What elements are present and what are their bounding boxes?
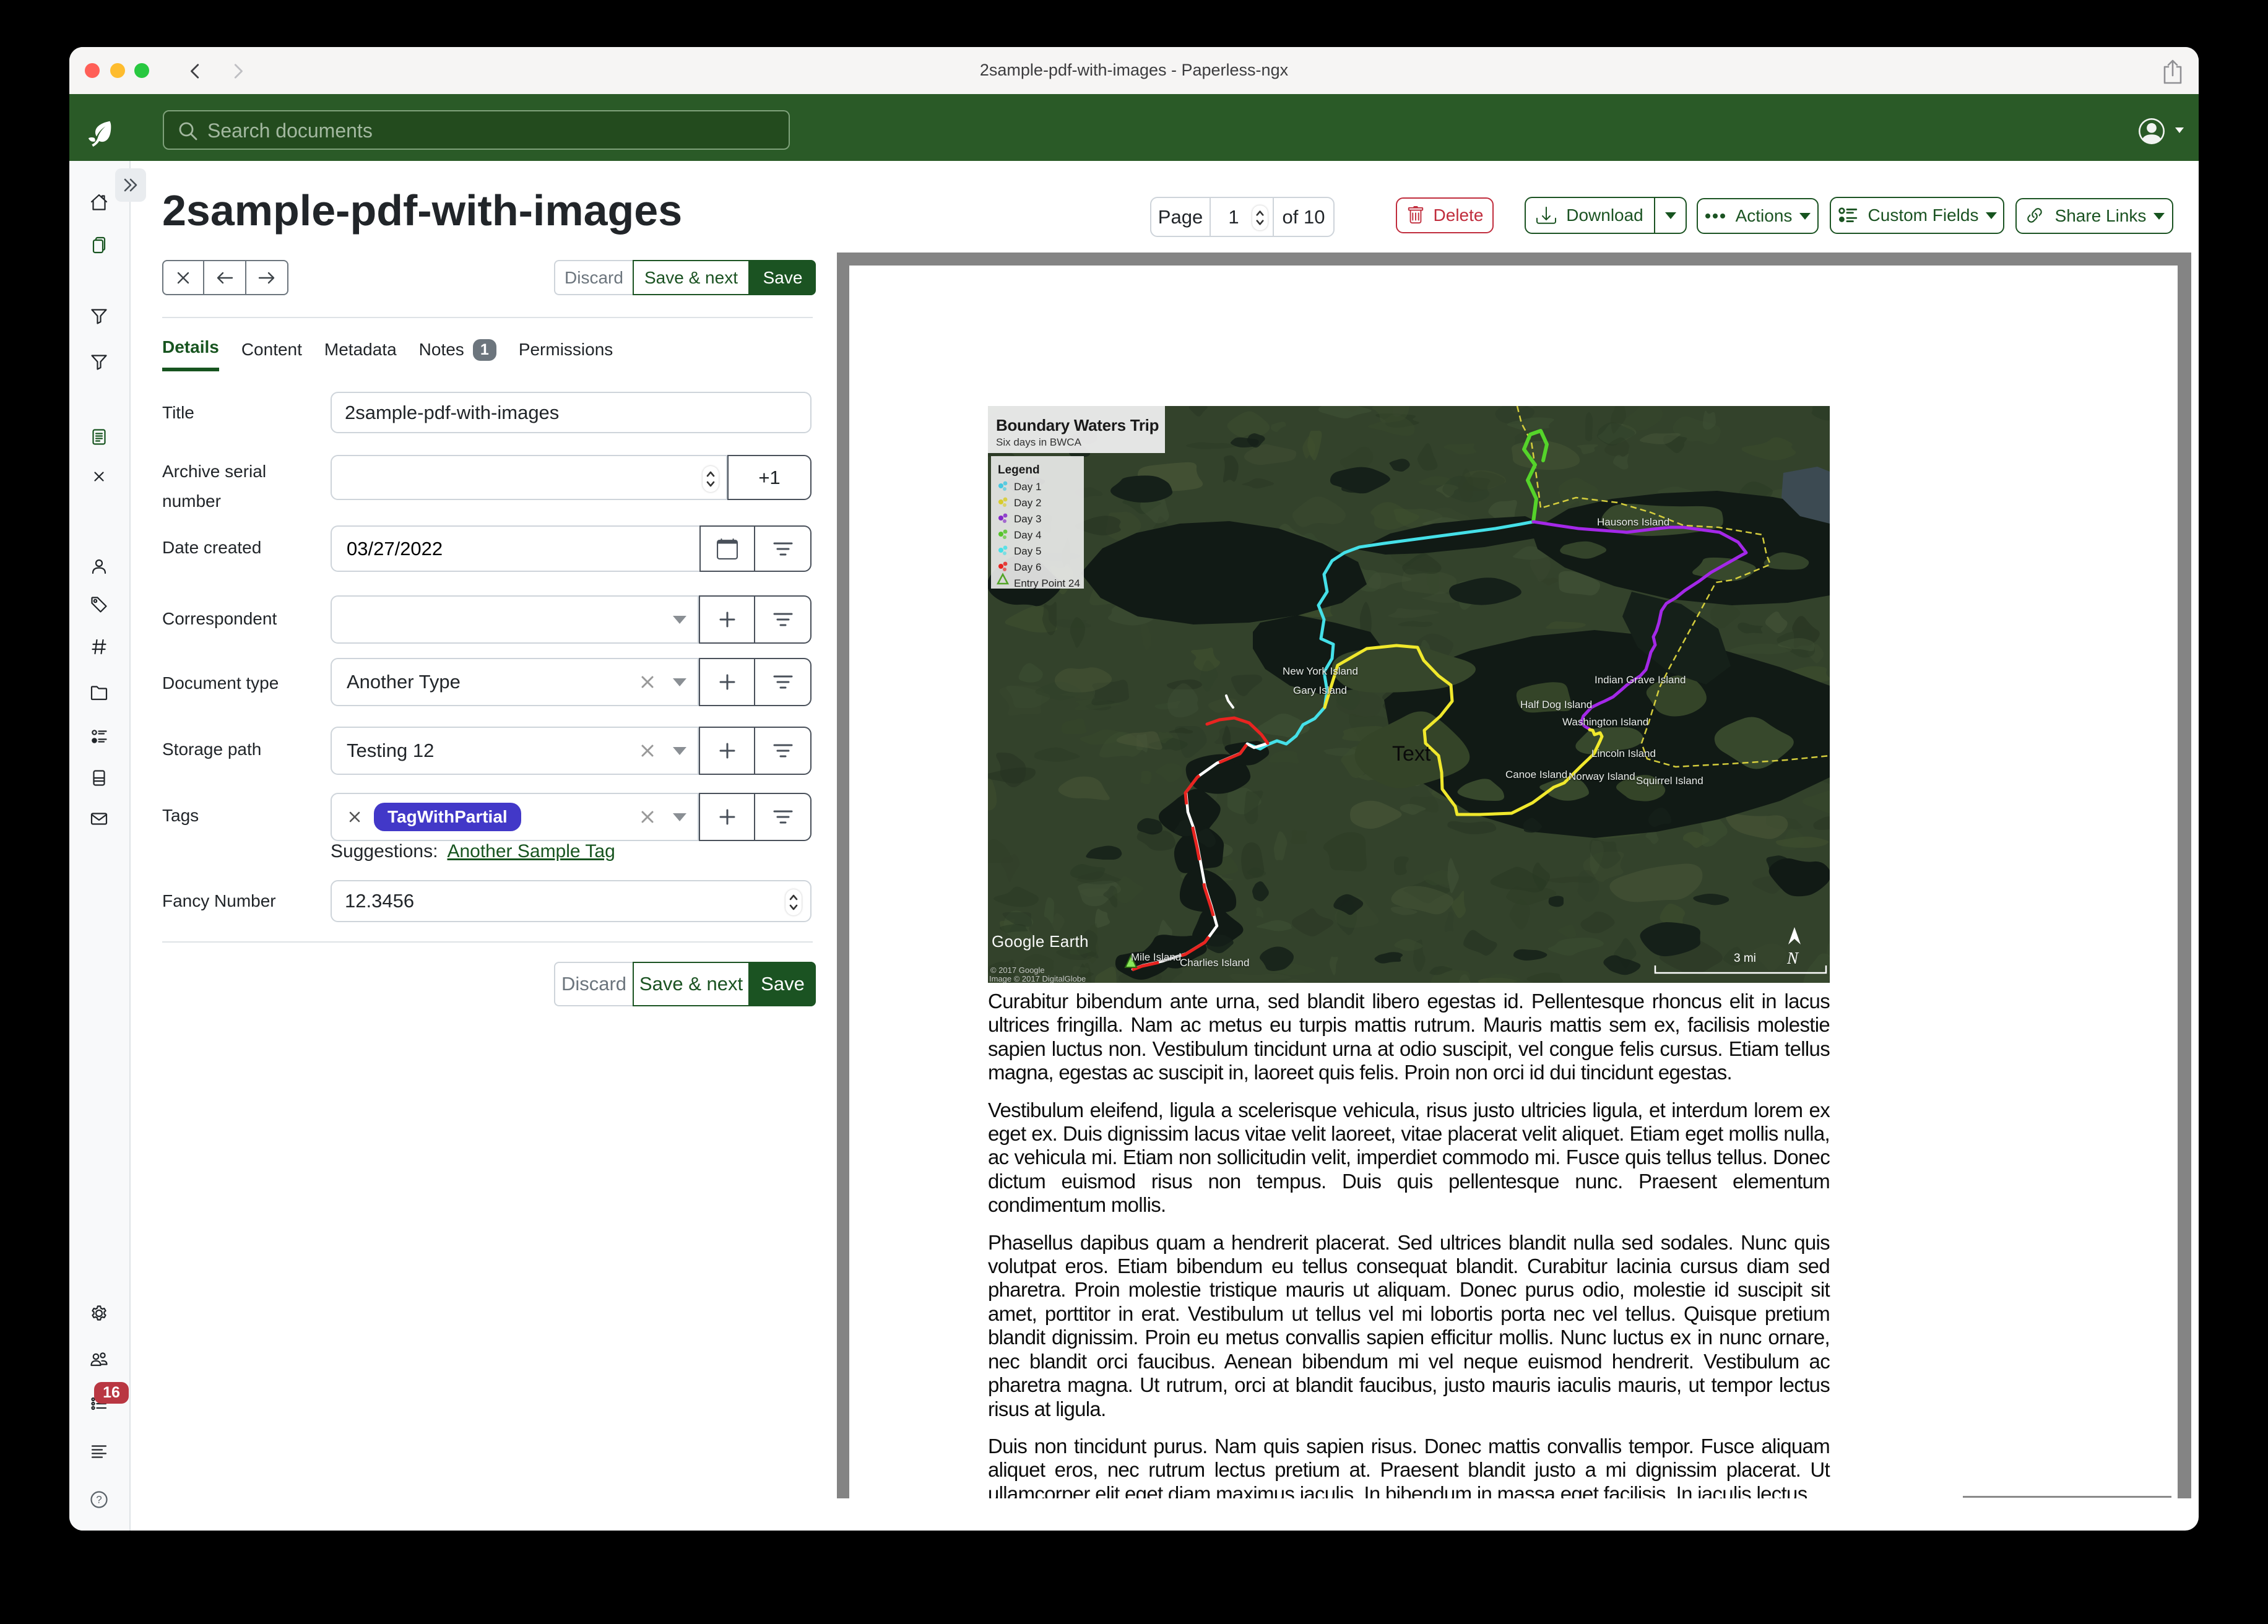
- svg-text:Mile Island: Mile Island: [1131, 951, 1181, 963]
- svg-text:Half Dog Island: Half Dog Island: [1520, 699, 1592, 710]
- svg-text:?: ?: [96, 1494, 102, 1506]
- svg-text:Day 6: Day 6: [1014, 561, 1041, 573]
- svg-text:Squirrel Island: Squirrel Island: [1636, 775, 1703, 787]
- svg-text:New York Island: New York Island: [1283, 665, 1358, 677]
- svg-text:Google Earth: Google Earth: [992, 932, 1089, 951]
- svg-text:Hausons Island: Hausons Island: [1597, 516, 1669, 528]
- svg-text:Charlies Island: Charlies Island: [1180, 957, 1249, 969]
- svg-text:© 2017 Google: © 2017 Google: [990, 965, 1045, 975]
- svg-text:Legend: Legend: [998, 464, 1040, 477]
- svg-text:Norway Island: Norway Island: [1569, 771, 1635, 782]
- svg-text:Day 3: Day 3: [1014, 513, 1041, 525]
- svg-text:Indian Grave Island: Indian Grave Island: [1595, 674, 1686, 686]
- svg-text:Text: Text: [1392, 742, 1431, 766]
- svg-text:Six days in BWCA: Six days in BWCA: [996, 436, 1082, 448]
- svg-text:Washington Island: Washington Island: [1562, 716, 1648, 728]
- svg-text:N: N: [1786, 949, 1799, 967]
- svg-text:Day 2: Day 2: [1014, 497, 1041, 509]
- svg-text:Image © 2017 DigitalGlobe: Image © 2017 DigitalGlobe: [989, 974, 1086, 983]
- svg-text:Canoe Island: Canoe Island: [1505, 769, 1567, 780]
- svg-text:Gary Island: Gary Island: [1293, 685, 1347, 696]
- svg-text:3 mi: 3 mi: [1734, 952, 1756, 965]
- svg-text:Boundary Waters Trip: Boundary Waters Trip: [996, 416, 1159, 434]
- svg-text:Lincoln Island: Lincoln Island: [1591, 748, 1656, 759]
- svg-text:Entry Point 24: Entry Point 24: [1014, 577, 1080, 589]
- svg-text:Day 5: Day 5: [1014, 545, 1041, 557]
- svg-text:Day 1: Day 1: [1014, 481, 1041, 493]
- svg-text:Day 4: Day 4: [1014, 529, 1041, 541]
